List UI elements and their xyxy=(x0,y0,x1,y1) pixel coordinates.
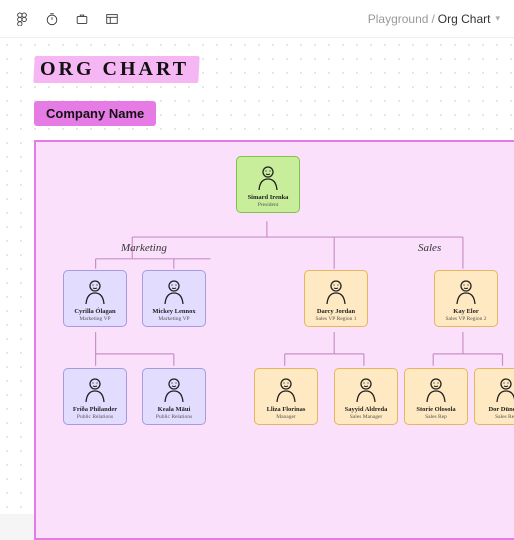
node-role: Public Relations xyxy=(145,414,203,420)
node-name: Storie Olosola xyxy=(407,406,465,413)
node-manager-1[interactable]: Lliza Florinas Manager xyxy=(254,368,318,425)
node-role: Manager xyxy=(257,414,315,420)
node-pr-2[interactable]: Keala Māui Public Relations xyxy=(142,368,206,425)
node-name: Darcy Jordan xyxy=(307,308,365,315)
node-name: Fríða Philander xyxy=(66,406,124,413)
node-manager-2[interactable]: Sayyid Aldreda Sales Manager xyxy=(334,368,398,425)
toolbar: Playground / Org Chart ▾ xyxy=(0,0,514,38)
node-role: Sales VP Region 2 xyxy=(437,316,495,322)
node-rep-2[interactable]: Dor Dündilil Sales Rep xyxy=(474,368,514,425)
node-role: Sales VP Region 1 xyxy=(307,316,365,322)
person-icon xyxy=(421,374,451,404)
node-role: Marketing VP xyxy=(145,316,203,322)
node-name: Dor Dündilil xyxy=(477,406,514,413)
node-role: Marketing VP xyxy=(66,316,124,322)
person-icon xyxy=(351,374,381,404)
node-name: Cyrilla Ólagan xyxy=(66,308,124,315)
node-role: Public Relations xyxy=(66,414,124,420)
person-icon xyxy=(321,276,351,306)
breadcrumb-root[interactable]: Playground xyxy=(368,12,429,26)
node-rep-1[interactable]: Storie Olosola Sales Rep xyxy=(404,368,468,425)
person-icon xyxy=(159,374,189,404)
node-name: Lliza Florinas xyxy=(257,406,315,413)
node-sales-vp-2[interactable]: Kay Elor Sales VP Region 2 xyxy=(434,270,498,327)
figma-logo-icon[interactable] xyxy=(14,11,30,27)
briefcase-icon[interactable] xyxy=(74,11,90,27)
node-role: Sales Manager xyxy=(337,414,395,420)
layout-icon[interactable] xyxy=(104,11,120,27)
node-marketing-vp-2[interactable]: Mickey Lennox Marketing VP xyxy=(142,270,206,327)
node-sales-vp-1[interactable]: Darcy Jordan Sales VP Region 1 xyxy=(304,270,368,327)
department-label-marketing: Marketing xyxy=(121,242,167,254)
person-icon xyxy=(451,276,481,306)
company-name-chip[interactable]: Company Name xyxy=(34,101,156,126)
node-pr-1[interactable]: Fríða Philander Public Relations xyxy=(63,368,127,425)
node-name: Simard Irenka xyxy=(239,194,297,201)
node-name: Kay Elor xyxy=(437,308,495,315)
timer-icon[interactable] xyxy=(44,11,60,27)
page-title: ORG CHART xyxy=(40,58,189,81)
chevron-down-icon[interactable]: ▾ xyxy=(495,13,500,24)
node-role: President xyxy=(239,202,297,208)
node-role: Sales Rep xyxy=(407,414,465,420)
node-role: Sales Rep xyxy=(477,414,514,420)
person-icon xyxy=(80,276,110,306)
node-marketing-vp-1[interactable]: Cyrilla Ólagan Marketing VP xyxy=(63,270,127,327)
node-name: Sayyid Aldreda xyxy=(337,406,395,413)
page-title-highlight: ORG CHART xyxy=(33,56,200,83)
department-label-sales: Sales xyxy=(418,242,441,254)
person-icon xyxy=(253,162,283,192)
node-name: Keala Māui xyxy=(145,406,203,413)
breadcrumb[interactable]: Playground / Org Chart ▾ xyxy=(368,12,500,26)
person-icon xyxy=(159,276,189,306)
node-president[interactable]: Simard Irenka President xyxy=(236,156,300,213)
node-name: Mickey Lennox xyxy=(145,308,203,315)
person-icon xyxy=(271,374,301,404)
person-icon xyxy=(491,374,514,404)
person-icon xyxy=(80,374,110,404)
breadcrumb-current[interactable]: Org Chart xyxy=(438,12,491,26)
org-chart-frame[interactable]: Marketing Sales Simard Irenka President … xyxy=(34,140,514,540)
canvas[interactable]: ORG CHART Company Name xyxy=(0,38,514,514)
